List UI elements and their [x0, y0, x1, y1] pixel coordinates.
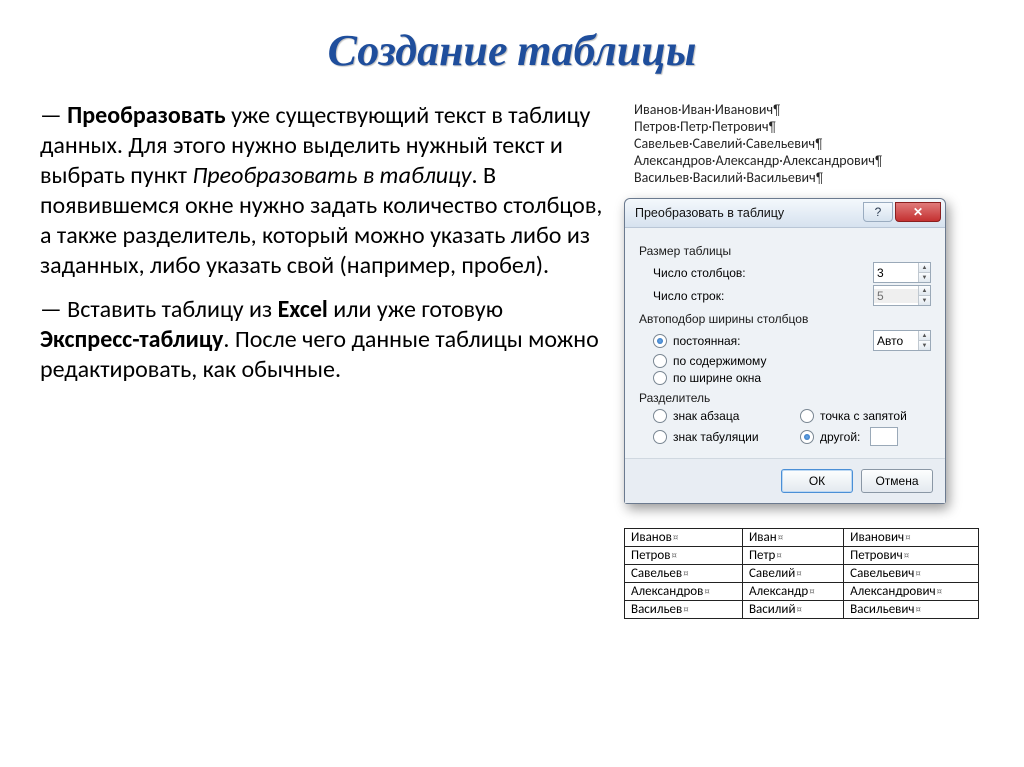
radio-fixed-label: постоянная:	[673, 334, 740, 348]
radio-sep-semicolon[interactable]: точка с запятой	[800, 409, 931, 423]
row-columns: Число столбцов: ▲▼	[653, 262, 931, 283]
list-item: Савельев·Савелий·Савельевич	[634, 135, 882, 152]
table-row: ВасильевВасилийВасильевич	[625, 601, 979, 619]
group-size-label: Размер таблицы	[639, 244, 931, 258]
radio-icon	[653, 409, 667, 423]
result-table: ИвановИванИванович ПетровПетрПетрович Са…	[624, 528, 979, 619]
radio-by-content-label: по содержимому	[673, 354, 766, 368]
convert-to-table-dialog: Преобразовать в таблицу ? ✕ Размер табли…	[624, 198, 946, 504]
radio-sep-para[interactable]: знак абзаца	[653, 409, 784, 423]
close-button[interactable]: ✕	[895, 202, 941, 222]
fixed-width-spinner[interactable]: ▲▼	[873, 330, 931, 351]
radio-icon	[653, 430, 667, 444]
radio-sep-tab[interactable]: знак табуляции	[653, 427, 784, 446]
table-row: ИвановИванИванович	[625, 529, 979, 547]
radio-fixed[interactable]: постоянная: ▲▼	[653, 330, 931, 351]
spin-down-icon: ▼	[919, 296, 930, 305]
list-item: Иванов·Иван·Иванович	[634, 101, 882, 118]
cols-input[interactable]	[874, 266, 918, 280]
source-text-sample: Иванов·Иван·Иванович Петров·Петр·Петрови…	[634, 101, 882, 186]
radio-by-window[interactable]: по ширине окна	[653, 371, 931, 385]
table-row: СавельевСавелийСавельевич	[625, 565, 979, 583]
row-rows: Число строк: ▲▼	[653, 285, 931, 306]
spin-down-icon[interactable]: ▼	[919, 273, 930, 282]
radio-icon	[653, 354, 667, 368]
radio-icon	[653, 371, 667, 385]
paragraph-1: — Преобразовать уже существующий текст в…	[40, 101, 604, 281]
spin-up-icon[interactable]: ▲	[919, 331, 930, 341]
rows-spinner: ▲▼	[873, 285, 931, 306]
group-autowidth-label: Автоподбор ширины столбцов	[639, 312, 931, 326]
paragraph-2: — Вставить таблицу из Excel или уже гото…	[40, 295, 604, 385]
radio-by-content[interactable]: по содержимому	[653, 354, 931, 368]
table-row: АлександровАлександрАлександрович	[625, 583, 979, 601]
fixed-width-input[interactable]	[874, 334, 918, 348]
cancel-button[interactable]: Отмена	[861, 469, 933, 493]
ok-button[interactable]: ОК	[781, 469, 853, 493]
rows-input	[874, 289, 918, 303]
dialog-title: Преобразовать в таблицу	[635, 206, 784, 220]
list-item: Петров·Петр·Петрович	[634, 118, 882, 135]
body-text: — Преобразовать уже существующий текст в…	[40, 101, 604, 619]
help-button[interactable]: ?	[863, 202, 893, 222]
page-title: Создание таблицы	[40, 25, 984, 76]
cols-spinner[interactable]: ▲▼	[873, 262, 931, 283]
table-row: ПетровПетрПетрович	[625, 547, 979, 565]
radio-icon	[800, 409, 814, 423]
radio-icon	[653, 334, 667, 348]
spin-down-icon[interactable]: ▼	[919, 341, 930, 350]
dialog-titlebar[interactable]: Преобразовать в таблицу ? ✕	[625, 199, 945, 228]
list-item: Васильев·Василий·Васильевич	[634, 169, 882, 186]
rows-label: Число строк:	[653, 289, 865, 303]
spin-up-icon[interactable]: ▲	[919, 263, 930, 273]
group-separator-label: Разделитель	[639, 391, 931, 405]
radio-by-window-label: по ширине окна	[673, 371, 761, 385]
radio-icon	[800, 430, 814, 444]
cols-label: Число столбцов:	[653, 266, 865, 280]
list-item: Александров·Александр·Александрович	[634, 152, 882, 169]
radio-sep-other[interactable]: другой:	[800, 427, 931, 446]
other-sep-input[interactable]	[870, 427, 898, 446]
spin-up-icon: ▲	[919, 286, 930, 296]
